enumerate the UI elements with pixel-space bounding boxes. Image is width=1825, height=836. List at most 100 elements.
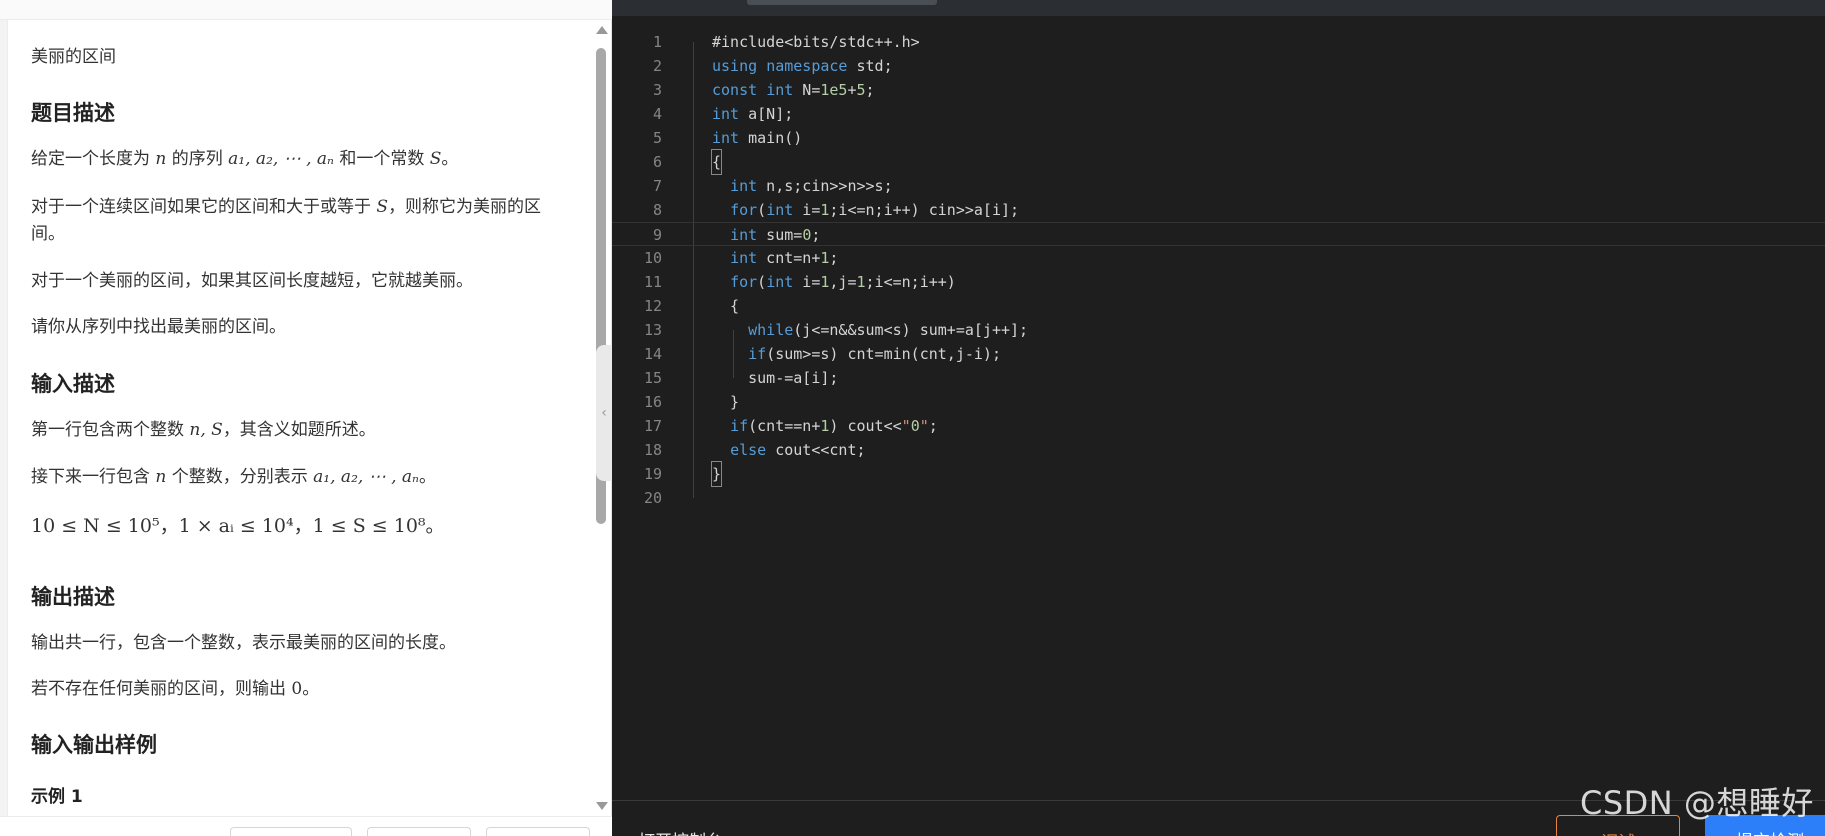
code-text: if(sum>=s) cnt=min(cnt,j-i); <box>748 345 1001 363</box>
open-console-toggle[interactable]: 打开控制台 <box>638 827 723 836</box>
scroll-down-icon[interactable] <box>596 802 608 810</box>
keyword-token: else <box>730 441 767 459</box>
code-line[interactable]: 20 <box>612 486 1825 510</box>
code-line[interactable]: 17 if(cnt==n+1) cout<<"0"; <box>612 414 1825 438</box>
csdn-watermark: CSDN @想睡好 <box>1580 784 1814 822</box>
string-token: "0" <box>901 417 929 435</box>
heading-samples: 输入输出样例 <box>31 733 157 757</box>
code-line[interactable]: 19} <box>612 461 1825 487</box>
code-text: using namespace std; <box>712 57 893 75</box>
line-number: 19 <box>643 465 662 483</box>
code-line[interactable]: 2 using namespace std; <box>612 54 1825 78</box>
keyword-token: int <box>712 105 740 123</box>
code-text: { <box>710 149 723 175</box>
code-line[interactable]: 10 int cnt=n+1; <box>612 246 1825 270</box>
keyword-token: int <box>766 201 794 219</box>
code-text: int sum=0; <box>730 226 821 244</box>
problem-panel-topbar <box>0 0 612 20</box>
scroll-up-icon[interactable] <box>596 26 608 34</box>
line-number: 14 <box>643 345 662 363</box>
math-S: S <box>376 197 389 217</box>
code-text: int a[N]; <box>712 105 794 123</box>
number-token: 1 <box>820 201 830 219</box>
keyword-token: int <box>730 177 758 195</box>
math-n: n <box>155 149 167 169</box>
code-line[interactable]: 5 int main() <box>612 126 1825 150</box>
keyword-token: if <box>730 417 749 435</box>
bottom-button-2[interactable] <box>367 827 471 836</box>
code-token: #include<bits/stdc++.h> <box>712 33 920 51</box>
line-number: 9 <box>652 226 662 244</box>
description-p2: 对于一个连续区间如果它的区间和大于或等于 S，则称它为美丽的区间。 <box>31 194 561 248</box>
input-p2: 接下来一行包含 n 个整数，分别表示 a₁, a₂, ⋯ , aₙ。 <box>31 464 561 491</box>
code-area[interactable]: 1 #include<bits/stdc++.h> 2 using namespac… <box>612 30 1825 800</box>
line-number: 13 <box>643 321 662 339</box>
input-text: 。 <box>418 467 436 487</box>
line-number: 12 <box>643 297 662 315</box>
code-line[interactable]: 6{ <box>612 149 1825 175</box>
problem-panel: 美丽的区间 题目描述 给定一个长度为 n 的序列 a₁, a₂, ⋯ , aₙ … <box>0 0 612 836</box>
problem-panel-bottombar <box>0 816 612 836</box>
keyword-token: using <box>712 57 758 75</box>
code-text: for(int i=1,j=1;i<=n;i++) <box>730 273 956 291</box>
code-text: sum-=a[i]; <box>712 369 839 387</box>
number-token: 1 <box>856 273 866 291</box>
input-text: 第一行包含两个整数 <box>31 420 184 440</box>
bottom-button-3[interactable] <box>486 827 590 836</box>
line-number: 15 <box>643 369 662 387</box>
code-line[interactable]: 18 else cout<<cnt; <box>612 438 1825 462</box>
keyword-token: for <box>730 201 758 219</box>
problem-title: 美丽的区间 <box>31 47 116 67</box>
code-line[interactable]: 12 { <box>612 294 1825 318</box>
code-line[interactable]: 14 if(sum>=s) cnt=min(cnt,j-i); <box>612 342 1825 366</box>
description-p4: 请你从序列中找出最美丽的区间。 <box>31 317 286 337</box>
code-text: if(cnt==n+1) cout<<"0"; <box>730 417 938 435</box>
output-p2: 若不存在任何美丽的区间，则输出 0。 <box>31 676 561 703</box>
description-p3: 对于一个美丽的区间，如果其区间长度越短，它就越美丽。 <box>31 271 473 291</box>
keyword-token: int <box>766 81 794 99</box>
line-number: 20 <box>643 489 662 507</box>
number-token: 1e5 <box>820 81 848 99</box>
code-text: for(int i=1;i<=n;i++) cin>>a[i]; <box>730 201 1020 219</box>
code-text: } <box>710 461 723 487</box>
code-text: else cout<<cnt; <box>730 441 866 459</box>
line-number: 5 <box>652 129 662 147</box>
keyword-token: int <box>712 129 740 147</box>
code-line[interactable]: 4 int a[N]; <box>612 102 1825 126</box>
heading-output: 输出描述 <box>31 585 115 609</box>
number-token: 5 <box>856 81 866 99</box>
code-line[interactable]: 7 int n,s;cin>>n>>s; <box>612 174 1825 198</box>
code-line[interactable]: 8 for(int i=1;i<=n;i++) cin>>a[i]; <box>612 198 1825 222</box>
heading-description: 题目描述 <box>31 101 115 125</box>
line-number: 18 <box>643 441 662 459</box>
code-line[interactable]: 11 for(int i=1,j=1;i<=n;i++) <box>612 270 1825 294</box>
editor-tab[interactable] <box>747 0 937 5</box>
desc-text: 。 <box>441 149 459 169</box>
number-token: 0 <box>802 226 812 244</box>
keyword-token: while <box>748 321 794 339</box>
input-text: ，其含义如题所述。 <box>222 420 376 440</box>
output-text: 若不存在任何美丽的区间，则输出 <box>31 679 286 699</box>
line-number: 7 <box>652 177 662 195</box>
math-sequence: a₁, a₂, ⋯ , aₙ <box>313 467 419 487</box>
code-line-active[interactable]: 9 int sum=0; <box>612 222 1825 246</box>
code-text: int main() <box>712 129 803 147</box>
code-line[interactable]: 1 #include<bits/stdc++.h> <box>612 30 1825 54</box>
line-number: 8 <box>652 201 662 219</box>
bottom-button-1[interactable] <box>230 827 352 836</box>
keyword-token: int <box>730 226 758 244</box>
line-number: 3 <box>652 81 662 99</box>
code-line[interactable]: 15 sum-=a[i]; <box>612 366 1825 390</box>
code-text: { <box>712 297 740 315</box>
code-line[interactable]: 13 while(j<=n&&sum<s) sum+=a[j++]; <box>612 318 1825 342</box>
collapse-panel-handle[interactable]: ‹ <box>596 345 612 481</box>
code-line[interactable]: 16 } <box>612 390 1825 414</box>
keyword-token: int <box>730 249 758 267</box>
heading-input: 输入描述 <box>31 372 115 396</box>
code-line[interactable]: 3 const int N=1e5+5; <box>612 78 1825 102</box>
line-number: 16 <box>643 393 662 411</box>
line-number: 4 <box>652 105 662 123</box>
desc-text: 的序列 <box>171 149 223 169</box>
input-p1: 第一行包含两个整数 n, S，其含义如题所述。 <box>31 417 561 444</box>
code-text: int cnt=n+1; <box>730 249 839 267</box>
